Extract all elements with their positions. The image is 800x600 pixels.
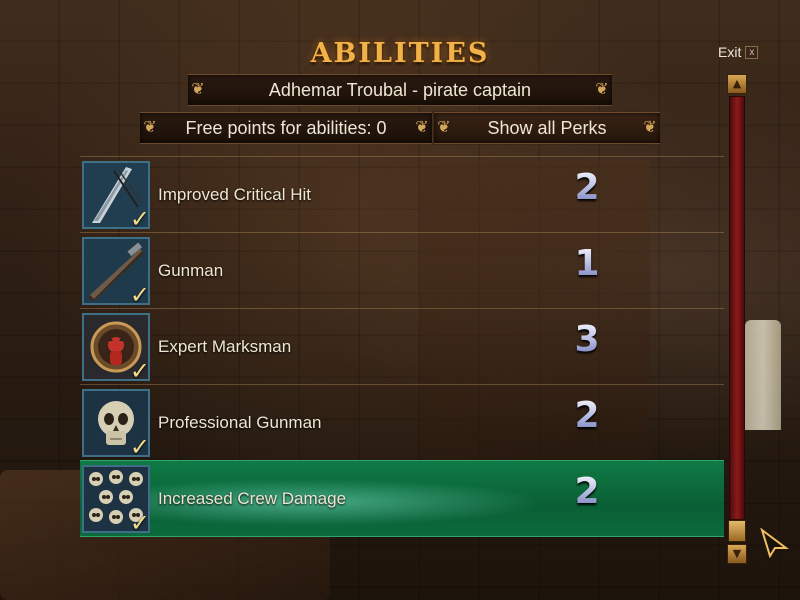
character-name-panel: ❦ Adhemar Troubal - pirate captain ❦ [188,74,612,106]
skulls-icon: ✓ [82,464,150,533]
scroll-up-button[interactable]: ▲ [727,74,747,94]
ornament-icon: ❦ [415,119,429,136]
mouse-cursor-icon [760,528,789,558]
ability-name: Professional Gunman [158,412,322,432]
learned-check-icon: ✓ [129,204,150,229]
ornament-icon: ❦ [143,119,157,136]
ornament-icon: ❦ [191,81,205,98]
ornament-icon: ❦ [643,119,657,136]
ability-level: 1 [562,243,612,284]
ability-row-increased-crew-damage[interactable]: ✓ Increased Crew Damage 2 [80,460,724,537]
ability-name: Expert Marksman [158,336,292,356]
scroll-thumb[interactable] [728,520,746,542]
learned-check-icon: ✓ [129,432,150,457]
skull-icon: ✓ [82,388,150,457]
exit-button[interactable]: Exit x [718,44,759,60]
ability-name: Improved Critical Hit [158,184,312,204]
abilities-list: ✓ Improved Critical Hit 2 ✓ Gunman 1 ✓ E… [80,156,724,537]
learned-check-icon: ✓ [129,356,150,381]
ability-name: Gunman [158,260,224,280]
free-points-label: Free points for abilities: 0 [185,117,387,138]
learned-check-icon: ✓ [129,280,150,305]
learned-check-icon: ✓ [129,508,150,533]
ability-row-improved-critical-hit[interactable]: ✓ Improved Critical Hit 2 [80,156,724,232]
pistol-icon: ✓ [82,236,150,305]
ability-name: Increased Crew Damage [158,488,347,508]
scroll-track[interactable] [729,96,745,520]
scroll-down-button[interactable]: ▼ [727,544,747,564]
ability-level: 2 [562,395,612,436]
ornament-icon: ❦ [437,119,451,136]
scrollbar[interactable]: ▲ ▼ [727,74,747,564]
show-all-perks-label[interactable]: Show all Perks [487,118,606,139]
free-points-panel: ❦ Free points for abilities: 0 ❦ [140,112,432,144]
ability-level: 3 [562,319,612,360]
sword-icon: ✓ [82,160,150,229]
exit-label[interactable]: Exit [718,44,741,60]
target-icon: ✓ [82,312,150,381]
background-candle [745,320,781,430]
ability-row-expert-marksman[interactable]: ✓ Expert Marksman 3 [80,308,724,384]
character-name: Adhemar Troubal - pirate captain [268,79,532,100]
ability-level: 2 [562,471,612,512]
ability-row-gunman[interactable]: ✓ Gunman 1 [80,232,724,308]
show-all-perks-button[interactable]: ❦ Show all Perks ❦ [434,112,660,144]
close-icon[interactable]: x [745,45,759,59]
ability-level: 2 [562,167,612,208]
ornament-icon: ❦ [595,81,609,98]
page-title: ABILITIES [310,38,490,69]
ability-row-professional-gunman[interactable]: ✓ Professional Gunman 2 [80,384,724,460]
